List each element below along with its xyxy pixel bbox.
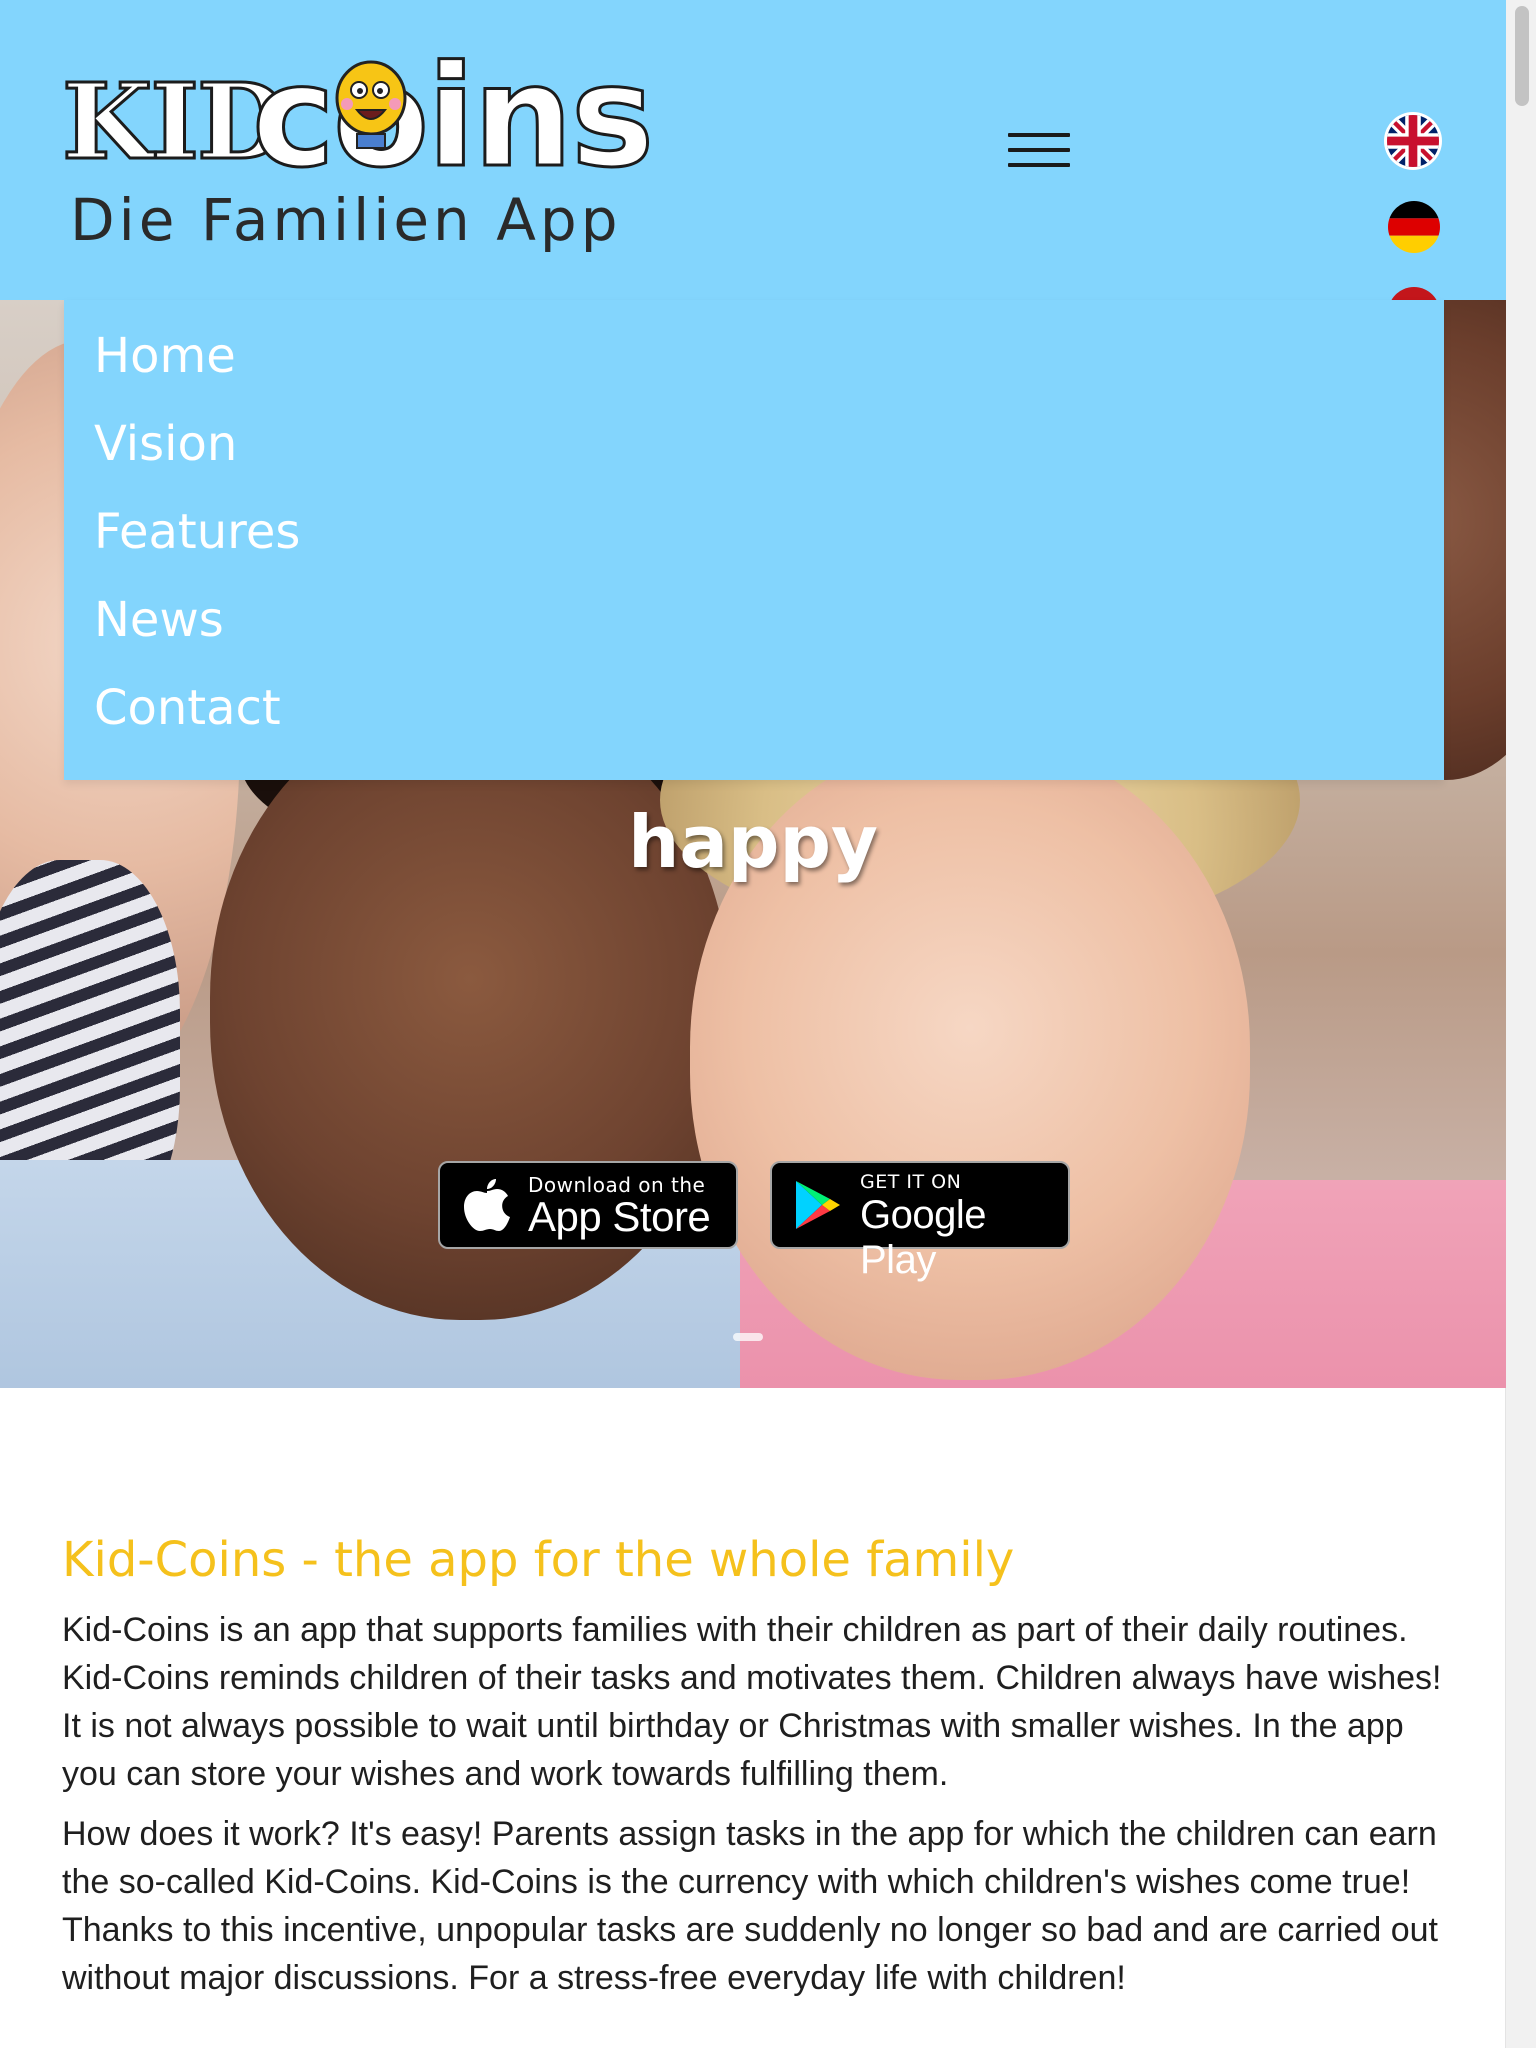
hero-title: happy (628, 800, 878, 884)
uk-flag-icon[interactable] (1387, 115, 1439, 167)
scrollbar[interactable] (1505, 0, 1536, 2048)
kidcoins-logo[interactable]: KID coins Die Familien App (60, 26, 672, 276)
nav-item-news[interactable]: News (94, 592, 224, 648)
google-play-button[interactable]: GET IT ON Google Play (770, 1161, 1070, 1282)
coin-mascot-icon (335, 60, 407, 149)
hamburger-menu-icon[interactable] (1008, 133, 1070, 169)
nav-item-vision[interactable]: Vision (94, 416, 237, 472)
dropdown-nav-menu: Home Vision Features News Contact (64, 300, 1444, 780)
nav-item-features[interactable]: Features (94, 504, 300, 560)
scrollbar-thumb[interactable] (1515, 6, 1529, 106)
logo-word-coins: coins (250, 35, 655, 201)
site-header: KID coins Die Familien App (0, 0, 1506, 339)
nav-item-contact[interactable]: Contact (94, 680, 281, 736)
google-play-small-text: GET IT ON (860, 1171, 962, 1193)
carousel-indicator[interactable] (733, 1333, 773, 1345)
app-store-button[interactable]: Download on the App Store (438, 1161, 738, 1249)
logo-tagline: Die Familien App (70, 186, 622, 254)
app-store-big-text: App Store (528, 1193, 711, 1240)
apple-icon (464, 1179, 510, 1231)
intro-paragraph: Kid-Coins is an app that supports famili… (62, 1611, 1442, 1793)
nav-item-home[interactable]: Home (94, 328, 236, 384)
google-play-icon (796, 1181, 840, 1229)
google-play-big-text: Google Play (860, 1193, 986, 1282)
section-heading: Kid-Coins - the app for the whole family (62, 1532, 1015, 1588)
how-it-works-paragraph: How does it work? It's easy! Parents ass… (62, 1815, 1438, 1997)
main-content: Kid-Coins - the app for the whole family… (62, 1520, 1442, 2014)
german-flag-icon[interactable] (1388, 201, 1440, 253)
